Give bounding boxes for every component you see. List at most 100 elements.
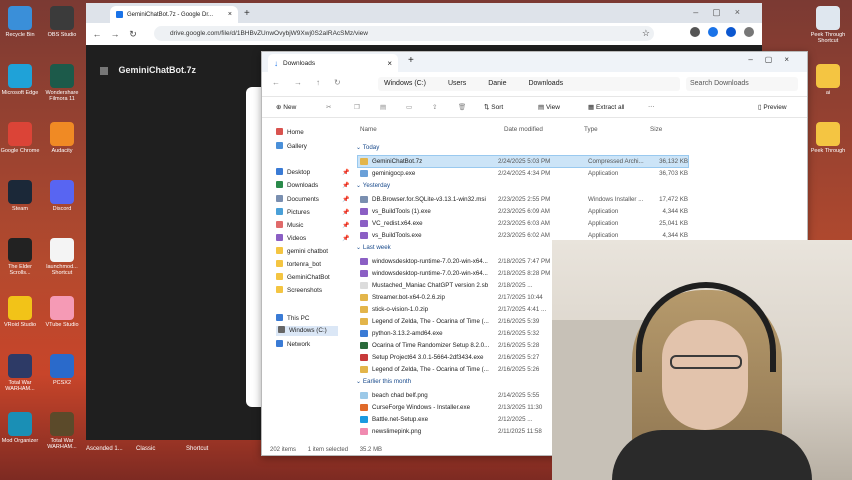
sort-button[interactable]: ⇅ Sort — [484, 103, 503, 111]
group-header[interactable]: ⌄ Earlier this month — [356, 378, 411, 385]
file-row[interactable]: VC_redist.x64.exe 2/23/2025 6:03 AM Applic… — [358, 218, 688, 229]
desktop-shortcut[interactable]: Mod Organizer — [0, 412, 40, 444]
drive-icon — [278, 326, 285, 333]
group-header[interactable]: ⌄ Today — [356, 144, 379, 151]
desktop-shortcut[interactable]: Steam — [0, 180, 40, 212]
column-date[interactable]: Date modified — [504, 126, 543, 133]
desktop-shortcut[interactable]: Discord — [42, 180, 82, 212]
nav-documents[interactable]: Documents — [276, 195, 319, 205]
desktop-shortcut[interactable]: ai — [808, 64, 848, 96]
desktop-shortcut-label[interactable]: Classic — [136, 446, 155, 452]
download-icon[interactable] — [708, 27, 718, 37]
desktop-icon — [276, 168, 283, 175]
close-icon[interactable]: × — [387, 59, 392, 68]
desktop-shortcut[interactable]: launchmod... Shortcut — [42, 238, 82, 276]
back-arrow-icon[interactable]: ← — [90, 29, 104, 39]
window-controls[interactable]: –▢× — [748, 55, 801, 64]
file-row[interactable]: GeminiChatBot.7z 2/24/2025 5:03 PM Compres… — [357, 155, 689, 168]
menu-dots-icon[interactable] — [744, 27, 754, 37]
desktop-shortcut[interactable]: Google Chrome — [0, 122, 40, 154]
file-row[interactable]: vs_BuildTools (1).exe 2/23/2025 6:09 AM Ap… — [358, 206, 688, 217]
desktop-shortcut-label[interactable]: Ascended 1... — [86, 446, 123, 452]
desktop-shortcut-label[interactable]: Shortcut — [186, 446, 208, 452]
cut-icon[interactable]: ✂ — [326, 103, 331, 111]
app-icon — [8, 180, 32, 204]
new-tab-icon[interactable]: + — [244, 8, 250, 19]
desktop-shortcut[interactable]: PCSX2 — [42, 354, 82, 386]
new-tab-icon[interactable]: + — [408, 55, 414, 66]
extract-all-button[interactable]: ▦ Extract all — [588, 103, 625, 111]
close-icon[interactable]: × — [228, 11, 232, 18]
share-icon[interactable]: ⇪ — [432, 103, 437, 111]
address-bar[interactable]: drive.google.com/file/d/1BHBvZUnwOvybjW9… — [154, 26, 654, 41]
breadcrumb-item[interactable]: Danie — [488, 80, 506, 87]
desktop-shortcut[interactable]: Wondershare Filmora 11 — [42, 64, 82, 102]
nav-videos[interactable]: Videos — [276, 234, 306, 244]
file-icon — [360, 416, 368, 423]
extensions-icon[interactable] — [690, 27, 700, 37]
file-row[interactable]: DB.Browser.for.SQLite-v3.13.1-win32.msi 2… — [358, 194, 688, 205]
desktop-shortcut[interactable]: Peek Through — [808, 122, 848, 154]
new-button[interactable]: ⊕ New — [276, 103, 296, 111]
file-name: windowsdesktop-runtime-7.0.20-win-x64... — [372, 270, 488, 277]
column-size[interactable]: Size — [650, 126, 662, 133]
breadcrumb-item[interactable]: Downloads — [528, 80, 563, 87]
app-icon — [8, 122, 32, 146]
nav-folder[interactable]: tortenra_bot — [276, 260, 321, 270]
desktop-shortcut[interactable]: OBS Studio — [42, 6, 82, 38]
nav-desktop[interactable]: Desktop — [276, 168, 310, 178]
breadcrumb-item[interactable]: Windows (C:) — [384, 80, 426, 87]
paste-icon[interactable]: ▤ — [380, 103, 386, 111]
nav-folder[interactable]: Screenshots — [276, 286, 322, 296]
profile-avatar-icon[interactable] — [726, 27, 736, 37]
more-button[interactable]: ··· — [648, 103, 655, 110]
forward-arrow-icon[interactable]: → — [108, 29, 122, 39]
desktop-shortcut[interactable]: VTube Studio — [42, 296, 82, 328]
star-icon[interactable]: ☆ — [642, 26, 650, 41]
drive-file-header: GeminiChatBot.7z — [100, 65, 196, 75]
file-row[interactable]: geminigocp.exe 2/24/2025 4:34 PM Applicati… — [358, 168, 688, 179]
chrome-tab-drive[interactable]: GeminiChatBot.7z - Google Dr... × — [110, 6, 238, 23]
breadcrumb-item[interactable]: Users — [448, 80, 466, 87]
desktop-shortcut[interactable]: Audacity — [42, 122, 82, 154]
document-icon — [276, 195, 283, 202]
window-controls[interactable]: –▢× — [693, 7, 754, 18]
explorer-nav-buttons[interactable]: ←→↑↻ — [272, 78, 355, 87]
desktop-shortcut[interactable]: Total War WARHAM... — [0, 354, 40, 392]
preview-button[interactable]: ▯ Preview — [758, 103, 787, 111]
nav-network[interactable]: Network — [276, 340, 310, 350]
file-date: 2/23/2025 2:55 PM — [498, 196, 551, 203]
nav-downloads[interactable]: Downloads — [276, 181, 318, 191]
breadcrumb[interactable]: Windows (C:) Users Danie Downloads — [378, 77, 680, 91]
column-type[interactable]: Type — [584, 126, 598, 133]
nav-folder[interactable]: GeminiChatBot — [276, 273, 330, 283]
nav-gallery[interactable]: Gallery — [276, 142, 307, 152]
desktop-shortcut[interactable]: Microsoft Edge — [0, 64, 40, 96]
delete-icon[interactable]: 🗑 — [458, 103, 466, 111]
search-input[interactable]: Search Downloads — [686, 77, 798, 91]
reload-icon[interactable]: ↻ — [126, 29, 140, 40]
nav-home[interactable]: Home — [276, 128, 304, 138]
pin-icon: 📌 — [342, 236, 350, 242]
desktop-shortcut[interactable]: Peek Through Shortcut — [808, 6, 848, 44]
view-button[interactable]: ▤ View — [538, 103, 560, 111]
desktop-shortcut[interactable]: Total War WARHAM... — [42, 412, 82, 450]
nav-windows-drive[interactable]: Windows (C:) — [276, 326, 338, 336]
drive-favicon-icon — [116, 11, 123, 18]
group-header[interactable]: ⌄ Last week — [356, 244, 391, 251]
rename-icon[interactable]: ▭ — [406, 103, 412, 111]
desktop-shortcut[interactable]: VRoid Studio — [0, 296, 40, 328]
group-header[interactable]: ⌄ Yesterday — [356, 182, 390, 189]
desktop-shortcut[interactable]: The Elder Scrolls... — [0, 238, 40, 276]
desktop-shortcut-label: VRoid Studio — [3, 322, 37, 328]
nav-pictures[interactable]: Pictures — [276, 208, 310, 218]
file-icon — [360, 294, 368, 301]
desktop-shortcut[interactable]: Recycle Bin — [0, 6, 40, 38]
copy-icon[interactable]: ❐ — [354, 103, 360, 111]
nav-folder[interactable]: gemini chatbot — [276, 247, 328, 257]
nav-this-pc[interactable]: This PC — [276, 314, 309, 324]
file-name: Ocarina of Time Randomizer Setup 8.2.0..… — [372, 342, 490, 349]
nav-music[interactable]: Music — [276, 221, 303, 231]
explorer-tab-downloads[interactable]: ↓ Downloads × — [268, 54, 398, 72]
column-name[interactable]: Name — [360, 126, 377, 133]
